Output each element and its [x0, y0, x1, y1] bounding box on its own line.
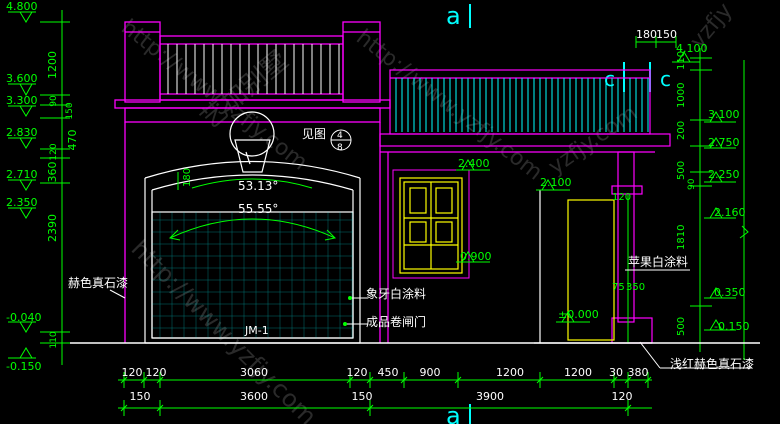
level-2160: 2.160: [714, 206, 746, 219]
bottom-dim-row1: 1200: [564, 366, 592, 379]
window-top-level: 2.400: [458, 157, 490, 170]
angle-label-2: 55.55°: [238, 202, 278, 216]
label-apple-white: 苹果白涂料: [628, 254, 688, 269]
bottom-dim-row2: 120: [612, 390, 633, 403]
section-label-c-right: c: [660, 67, 671, 91]
left-dim-120: 120: [49, 143, 59, 160]
angle-label-1: 53.13°: [238, 179, 278, 193]
right-dim-110: 110: [676, 51, 687, 70]
left-dim-90: 90: [49, 95, 59, 107]
bottom-dim-row1: 3060: [240, 366, 268, 379]
bottom-dim-row1: 900: [420, 366, 441, 379]
col-dim-75: 75: [612, 282, 625, 293]
bottom-dim-row1: 30: [609, 366, 623, 379]
detail-number: 4: [337, 131, 343, 141]
section-label-a-bottom: a: [446, 402, 461, 424]
level-2250: 2.250: [708, 168, 740, 181]
label-ivory-paint: 象牙白涂料: [366, 286, 426, 301]
bottom-dim-row2: 150: [352, 390, 373, 403]
bottom-dim-row1: 120: [146, 366, 167, 379]
level-0350: 0.350: [714, 286, 746, 299]
bottom-dim-row1: 1200: [496, 366, 524, 379]
elevation-drawing: http://www.yzfjy.com http://www.yzfjy.co…: [0, 0, 780, 424]
level-3300: 3.300: [6, 94, 38, 107]
floor-level: ±0.000: [558, 308, 599, 321]
right-dim-1810: 1810: [676, 225, 687, 250]
left-dim-2390: 2390: [46, 214, 59, 242]
col-dim-350: 350: [626, 282, 645, 293]
bottom-dim-row2: 3900: [476, 390, 504, 403]
top-dim-180: 180: [636, 28, 657, 41]
door-top-level: 2.100: [540, 176, 572, 189]
bottom-dim-row1: 120: [122, 366, 143, 379]
right-dim-500: 500: [676, 161, 687, 180]
level-neg0150-right: -0.150: [714, 320, 749, 333]
col-dim-120: 120: [612, 192, 631, 203]
left-dim-110: 110: [49, 331, 59, 348]
door-tag: JM-1: [244, 324, 269, 337]
right-dim-500-bottom: 500: [676, 317, 687, 336]
level-3600: 3.600: [6, 72, 38, 85]
level-2350: 2.350: [6, 196, 38, 209]
level-2830: 2.830: [6, 126, 38, 139]
left-dim-1200: 1200: [46, 51, 59, 79]
bottom-dim-row2: 150: [130, 390, 151, 403]
label-light-red-stone: 浅红赫色真石漆: [670, 356, 754, 371]
left-dim-150: 150: [65, 102, 75, 119]
level-4800: 4.800: [6, 0, 38, 13]
label-rolling-door: 成品卷闸门: [366, 314, 426, 329]
level-2750: 2.750: [708, 136, 740, 149]
bottom-dim-row1: 380: [628, 366, 649, 379]
bottom-dim-row2: 3600: [240, 390, 268, 403]
label-brown-stone: 赫色真石漆: [68, 276, 128, 290]
section-label-a-top: a: [446, 2, 461, 30]
window-sill-level: 0.900: [460, 250, 492, 263]
left-dim-470: 470: [66, 130, 79, 151]
level-3100: 3.100: [708, 108, 740, 121]
detail-sheet: 8: [337, 143, 343, 153]
level-neg0150: -0.150: [6, 360, 41, 373]
left-dim-360: 360: [46, 162, 59, 183]
see-detail-label: 见图: [302, 127, 326, 141]
right-dim-200: 200: [676, 121, 687, 140]
top-dim-150: 150: [656, 28, 677, 41]
level-neg0040: -0.040: [6, 311, 41, 324]
level-2710: 2.710: [6, 168, 38, 181]
arch-dim-180: 180: [182, 168, 193, 187]
bottom-dim-row1: 120: [347, 366, 368, 379]
bottom-dim-row1: 450: [378, 366, 399, 379]
right-dim-1000: 1000: [676, 83, 687, 108]
right-dim-90: 90: [687, 178, 697, 190]
